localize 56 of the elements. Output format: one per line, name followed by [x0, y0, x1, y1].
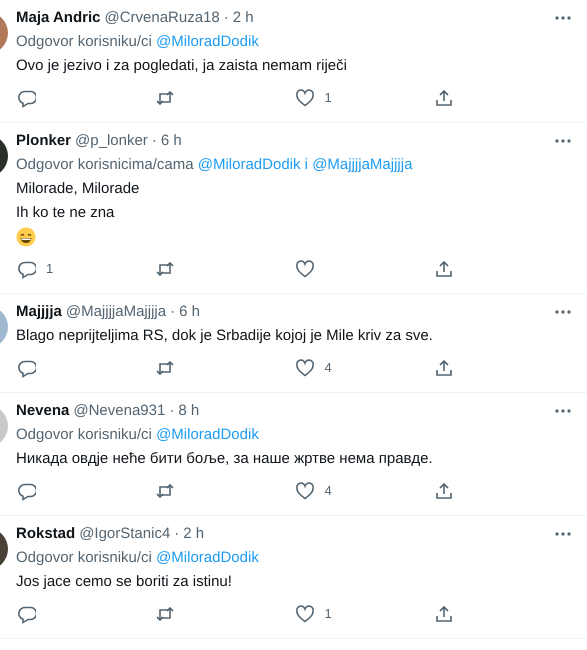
- reply-context: Odgovor korisnicima/cama @MiloradDodik i @MajjjjaMajjjja: [16, 155, 414, 175]
- heart-icon: [294, 358, 314, 378]
- tweet-text: Ih ko te ne zna: [16, 203, 116, 223]
- like-button[interactable]: 4: [294, 358, 434, 378]
- user-name[interactable]: Plonker: [16, 129, 72, 153]
- reply-icon: [16, 481, 36, 501]
- user-name[interactable]: Maja Andric: [16, 6, 100, 30]
- like-button[interactable]: 1: [294, 88, 434, 108]
- tweet-text: Milorade, Milorade: [16, 179, 140, 199]
- user-handle[interactable]: @CrvenaRuza18: [104, 6, 220, 30]
- user-handle[interactable]: @Nevena931: [73, 399, 166, 423]
- tweet-text: Никада овдје неће бити боље, за наше жртве нема правде.: [16, 449, 434, 469]
- user-name[interactable]: Majjjja: [16, 300, 62, 324]
- user-name[interactable]: Nevena: [16, 399, 70, 423]
- timestamp[interactable]: 2 h: [232, 6, 254, 30]
- share-icon: [434, 358, 454, 378]
- timestamp[interactable]: 8 h: [178, 399, 200, 423]
- like-button[interactable]: 4: [294, 481, 434, 501]
- heart-icon: [294, 481, 314, 501]
- reply-icon: [16, 259, 36, 279]
- user-handle[interactable]: @MajjjjaMajjjja: [66, 300, 166, 324]
- reply-icon: [16, 358, 36, 378]
- timestamp[interactable]: 6 h: [160, 129, 182, 153]
- share-icon: [434, 88, 454, 108]
- tweet-text: Blago neprijteljima RS, dok je Srbadije kojoj je Mile kriv za sve.: [16, 326, 434, 346]
- tweet-text: Ovo je jezivo i za pogledati, ja zaista nemam riječi: [16, 56, 348, 76]
- reply-icon: [16, 604, 36, 624]
- reply-context: Odgovor korisniku/ci @MiloradDodik: [16, 425, 260, 445]
- share-icon: [434, 259, 454, 279]
- share-icon: [434, 481, 454, 501]
- retweet-icon: [155, 481, 176, 501]
- retweet-icon: [155, 88, 176, 108]
- separator: ·: [224, 8, 229, 28]
- separator: ·: [169, 401, 174, 421]
- grin-emoji-icon: [16, 227, 36, 248]
- heart-icon: [294, 259, 314, 279]
- reply-context: Odgovor korisniku/ci @MiloradDodik: [16, 32, 260, 52]
- separator: ·: [170, 302, 176, 322]
- heart-icon: [294, 88, 314, 108]
- share-icon: [434, 604, 454, 624]
- reply-icon: [16, 88, 36, 108]
- separator: ·: [174, 524, 180, 544]
- heart-icon: [294, 604, 314, 624]
- timestamp[interactable]: 2 h: [183, 522, 204, 546]
- retweet-icon: [155, 604, 176, 624]
- retweet-icon: [155, 259, 176, 279]
- user-name[interactable]: Rokstad: [16, 522, 76, 546]
- like-button[interactable]: 1: [294, 604, 434, 624]
- retweet-icon: [155, 358, 176, 378]
- user-handle[interactable]: @IgorStanic4: [79, 522, 170, 546]
- timestamp[interactable]: 6 h: [179, 300, 200, 324]
- separator: ·: [152, 131, 157, 151]
- reply-context: Odgovor korisniku/ci @MiloradDodik: [16, 548, 260, 568]
- reply-button[interactable]: 1: [16, 259, 156, 279]
- tweet-text: Jos jace cemo se boriti za istinu!: [16, 572, 233, 592]
- user-handle[interactable]: @p_lonker: [75, 129, 148, 153]
